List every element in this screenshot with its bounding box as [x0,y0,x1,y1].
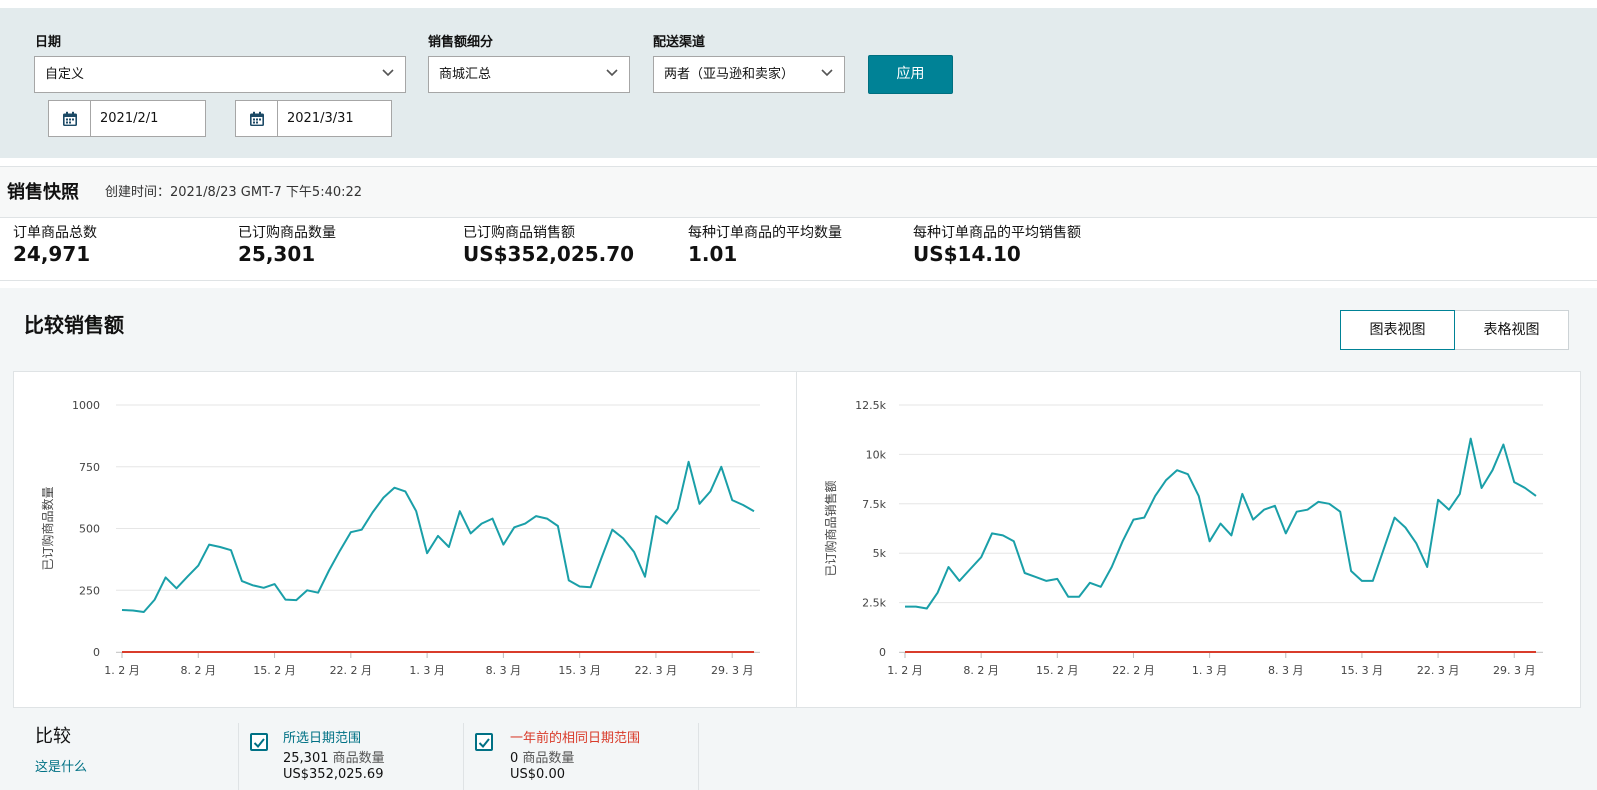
chevron-down-icon [382,69,394,77]
current-range-amount: US$352,025.69 [283,767,384,782]
metric-label: 每种订单商品的平均数量 [688,225,842,241]
x-tick-label: 8. 2 月 [181,664,217,677]
y-axis-title: 已订购商品销售额 [823,480,838,576]
prior-year-amount: US$0.00 [510,767,565,782]
x-tick-label: 29. 3 月 [711,664,754,677]
start-date-picker[interactable]: 2021/2/1 [48,100,206,137]
divider [238,723,239,790]
prior-year-count: 0 商品数量 [510,747,574,766]
current-range-title: 所选日期范围 [283,731,362,746]
metric-value: 25,301 [238,242,316,266]
series-line-current [121,460,755,613]
metric-label: 已订购商品销售额 [463,225,575,241]
y-tick-label: 0 [879,646,886,659]
prior-year-count-value: 0 [510,751,519,766]
end-date-picker[interactable]: 2021/3/31 [235,100,392,137]
current-range-count: 25,301 商品数量 [283,747,385,766]
y-tick-label: 5k [873,547,887,560]
table-view-button[interactable]: 表格视图 [1455,310,1569,350]
compare-legend-title: 比较 [35,726,71,747]
x-tick-label: 1. 2 月 [887,664,923,677]
channel-select-value: 两者（亚马逊和卖家） [664,67,795,82]
apply-button[interactable]: 应用 [868,55,953,94]
metric-value: 1.01 [688,242,738,266]
x-tick-label: 1. 3 月 [409,664,445,677]
metric-total-order-items: 订单商品总数 24,971 [13,225,97,267]
y-tick-label: 2.5k [862,597,886,610]
date-select[interactable]: 自定义 [34,56,406,93]
date-select-value: 自定义 [45,67,85,82]
divider [698,723,699,790]
calendar-icon[interactable] [49,101,91,136]
metric-label: 已订购商品数量 [238,225,336,241]
chevron-down-icon [821,69,833,77]
date-label: 日期 [35,35,62,50]
divider [0,280,1597,281]
x-tick-label: 15. 2 月 [1036,664,1079,677]
current-range-checkbox[interactable] [250,733,268,751]
metric-label: 每种订单商品的平均销售额 [913,225,1081,241]
whats-this-link[interactable]: 这是什么 [35,756,87,775]
x-tick-label: 15. 3 月 [1341,664,1384,677]
metric-avg-units: 每种订单商品的平均数量 1.01 [688,225,842,267]
x-tick-label: 22. 3 月 [1417,664,1460,677]
current-range-count-value: 25,301 [283,751,329,766]
breakdown-label: 销售额细分 [428,35,494,50]
x-tick-label: 29. 3 月 [1493,664,1536,677]
units-ordered-chart: 0 250 500 750 1000 1. 2 月 8. 2 月 15. 2 月 22. 2 月… [40,399,760,677]
channel-select[interactable]: 两者（亚马逊和卖家） [653,56,845,93]
x-tick-label: 1. 3 月 [1192,664,1228,677]
metric-value: US$14.10 [913,242,1021,266]
metric-avg-sales: 每种订单商品的平均销售额 US$14.10 [913,225,1081,267]
y-axis-title: 已订购商品数量 [40,486,55,570]
chart-view-button[interactable]: 图表视图 [1340,310,1455,350]
y-tick-label: 250 [79,584,100,597]
y-tick-label: 10k [866,448,887,461]
x-tick-label: 8. 3 月 [1268,664,1304,677]
compare-title: 比较销售额 [24,313,124,337]
chevron-down-icon [606,69,618,77]
x-tick-label: 1. 2 月 [104,664,140,677]
current-range-count-unit: 商品数量 [332,751,385,766]
prior-year-title: 一年前的相同日期范围 [510,731,641,746]
metric-units-ordered: 已订购商品数量 25,301 [238,225,336,267]
metric-value: US$352,025.70 [463,242,635,266]
series-line-current [905,437,1537,610]
x-tick-label: 15. 3 月 [558,664,601,677]
check-icon [478,738,490,748]
prior-year-checkbox[interactable] [475,733,493,751]
y-tick-label: 750 [79,461,100,474]
ordered-sales-chart: 0 2.5k 5k 7.5k 10k 12.5k 1. 2 月 8. 2 月 15. 2 月 22… [823,399,1543,677]
check-icon [253,738,265,748]
x-tick-label: 22. 2 月 [1112,664,1155,677]
metric-label: 订单商品总数 [13,225,97,241]
y-tick-label: 12.5k [855,399,886,412]
x-tick-label: 22. 3 月 [635,664,678,677]
y-tick-label: 0 [93,646,100,659]
x-tick-label: 8. 3 月 [486,664,522,677]
y-tick-label: 500 [79,523,100,536]
start-date-value: 2021/2/1 [100,111,159,126]
x-tick-label: 15. 2 月 [253,664,296,677]
breakdown-select[interactable]: 商城汇总 [428,56,630,93]
chart-panel: 0 250 500 750 1000 1. 2 月 8. 2 月 15. 2 月 22. 2 月… [13,371,1581,708]
metric-value: 24,971 [13,242,91,266]
channel-label: 配送渠道 [653,35,706,50]
y-tick-label: 7.5k [862,498,886,511]
metric-ordered-sales: 已订购商品销售额 US$352,025.70 [463,225,634,267]
prior-year-count-unit: 商品数量 [522,751,575,766]
snapshot-title: 销售快照 [7,182,79,203]
x-tick-label: 22. 2 月 [330,664,373,677]
breakdown-select-value: 商城汇总 [439,67,492,82]
x-tick-label: 8. 2 月 [963,664,999,677]
end-date-value: 2021/3/31 [287,111,354,126]
divider [463,723,464,790]
y-tick-label: 1000 [72,399,100,412]
snapshot-created-time: 创建时间：2021/8/23 GMT-7 下午5:40:22 [105,185,363,200]
calendar-icon[interactable] [236,101,278,136]
